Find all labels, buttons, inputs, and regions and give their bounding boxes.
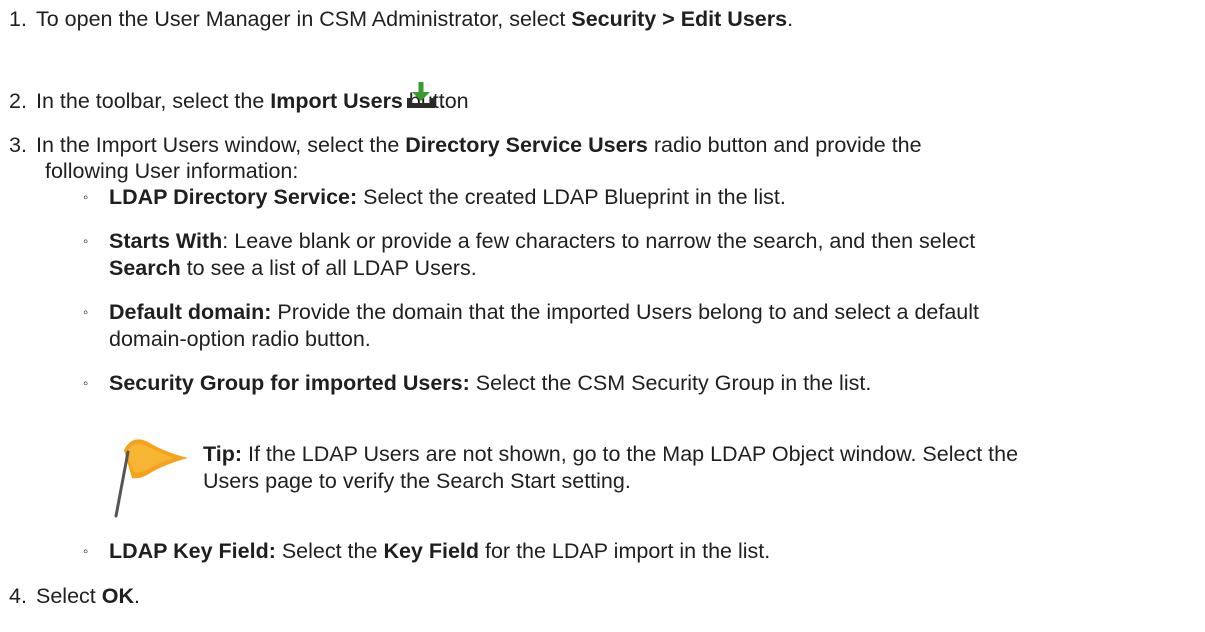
step-2: 2. In the toolbar, select the Import User… [9,88,469,115]
step-2-end: . [440,88,446,115]
step-punct: . [133,584,140,608]
bullet-text: for the LDAP import in the list. [479,539,771,563]
step-number: 2. [9,89,27,113]
bullet-text: to see a list of all LDAP Users. [180,256,477,280]
step-3-line-2: following User information: [45,159,299,183]
step-punct: . [440,89,446,113]
bullet-text: Provide the domain that the imported Use… [271,300,979,324]
import-users-icon [407,82,435,108]
step-number: 1. [9,7,27,31]
step-punct: . [787,7,794,31]
tip-text: If the LDAP Users are not shown, go to t… [242,442,1019,466]
step-number: 4. [9,584,27,608]
bullet-marker: ◦ [83,304,89,321]
step-emphasis: Directory Service Users [405,133,648,157]
bullet-term: LDAP Directory Service: [109,185,358,209]
step-4: 4. Select OK. [9,583,140,610]
bullet-default-domain-line-2: domain-option radio button. [109,327,371,351]
step-emphasis: OK [101,584,134,608]
step-text: In the toolbar, select the [36,89,271,113]
step-3: 3. In the Import Users window, select the… [9,132,922,159]
bullet-term: LDAP Key Field: [109,539,276,563]
tip-line-2: Users page to verify the Search Start se… [203,469,631,493]
step-text: In the Import Users window, select the [36,133,406,157]
bullet-term: Search [109,256,181,280]
bullet-text: Select the [275,539,384,563]
bullet-marker: ◦ [83,189,89,206]
bullet-text: Select the CSM Security Group in the lis… [469,371,872,395]
step-text: To open the User Manager in CSM Administ… [36,7,572,31]
bullet-marker: ◦ [83,543,89,560]
bullet-term: Security Group for imported Users: [109,371,470,395]
bullet-starts-with-line-2: Search to see a list of all LDAP Users. [109,255,477,282]
bullet-term: Default domain: [109,300,272,324]
instructions-document: 1. To open the User Manager in CSM Admini… [0,0,1205,632]
step-emphasis: Import Users [270,89,403,113]
step-text: radio button and provide the [647,133,922,157]
flag-icon [114,439,188,518]
tip-label: Tip: [203,442,243,466]
bullet-text: Select the created LDAP Blueprint in the… [357,185,786,209]
bullet-marker: ◦ [83,375,89,392]
tip-line-1: Tip: If the LDAP Users are not shown, go… [203,441,1018,468]
bullet-term: Key Field [383,539,480,563]
step-number: 3. [9,133,27,157]
bullet-term: Starts With [109,229,223,253]
bullet-text: : Leave blank or provide a few character… [222,229,976,253]
step-1: 1. To open the User Manager in CSM Admini… [9,6,793,33]
step-emphasis: Security > Edit Users [571,7,788,31]
step-text: Select [36,584,102,608]
bullet-marker: ◦ [83,233,89,250]
